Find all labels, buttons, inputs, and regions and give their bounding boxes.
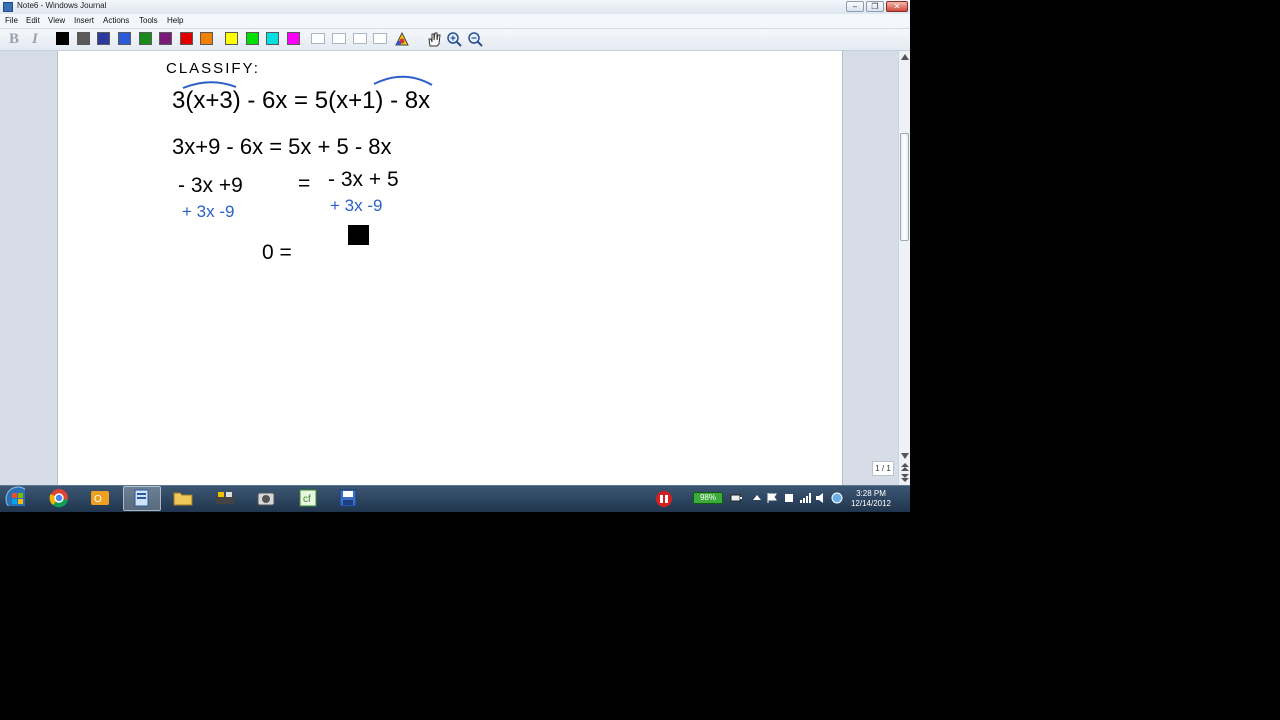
minimize-button[interactable]: –	[846, 1, 864, 12]
svg-text:O: O	[94, 494, 102, 505]
title-bar: Note6 - Windows Journal – ❐ ✕	[0, 0, 910, 15]
journal-window: Note6 - Windows Journal – ❐ ✕ File Edit …	[0, 0, 910, 512]
menu-file[interactable]: File	[5, 16, 18, 25]
save-disk-icon[interactable]	[338, 488, 358, 508]
power-plug-icon[interactable]	[729, 492, 749, 512]
highlighter-icon[interactable]	[393, 31, 411, 48]
note-page[interactable]: CLASSIFY: 3(x+3) - 6x = 5(x+1) - 8x 3x+9…	[57, 51, 843, 485]
scrollbar-thumb[interactable]	[900, 133, 909, 241]
menu-actions[interactable]: Actions	[103, 16, 129, 25]
pen-color-red[interactable]	[180, 32, 193, 45]
pen-color-black[interactable]	[56, 32, 69, 45]
eraser-cursor	[348, 225, 369, 245]
scroll-up-arrow-icon[interactable]	[901, 54, 909, 60]
ink-equation-line-3-right: - 3x + 5	[328, 168, 399, 191]
restore-button[interactable]: ❐	[866, 1, 884, 12]
clock-date: 12/14/2012	[850, 499, 892, 508]
vertical-scrollbar[interactable]	[898, 51, 910, 485]
highlighter-cyan[interactable]	[266, 32, 279, 45]
bold-icon[interactable]: B	[9, 31, 19, 48]
windows-journal-icon[interactable]	[132, 488, 152, 508]
menu-help[interactable]: Help	[167, 16, 183, 25]
scroll-down-arrow-icon[interactable]	[901, 453, 909, 459]
hand-pan-icon[interactable]	[426, 31, 442, 48]
pen-color-purple[interactable]	[159, 32, 172, 45]
menu-insert[interactable]: Insert	[74, 16, 94, 25]
pen-style-box-4[interactable]	[373, 33, 387, 44]
window-title: Note6 - Windows Journal	[17, 1, 107, 10]
pen-color-green[interactable]	[139, 32, 152, 45]
journal-app-icon	[3, 2, 13, 12]
menu-edit[interactable]: Edit	[26, 16, 40, 25]
snipping-tool-icon[interactable]	[214, 488, 234, 508]
start-orb-icon[interactable]	[5, 486, 25, 506]
taskbar-clock[interactable]: 3:28 PM 12/14/2012	[846, 489, 896, 509]
ink-classify: CLASSIFY:	[166, 60, 260, 77]
tray-app-icon[interactable]	[655, 490, 675, 510]
clock-time: 3:28 PM	[856, 489, 886, 498]
battery-indicator[interactable]: 98%	[693, 492, 723, 504]
ink-equation-line-3-left: - 3x +9	[178, 174, 243, 197]
ink-equation-line-3-equals: =	[298, 172, 310, 195]
italic-icon[interactable]: I	[32, 31, 38, 48]
pen-style-box-1[interactable]	[311, 33, 325, 44]
pen-color-orange[interactable]	[200, 32, 213, 45]
outlook-icon[interactable]: O	[90, 488, 110, 508]
highlighter-green[interactable]	[246, 32, 259, 45]
ink-canvas[interactable]: CLASSIFY: 3(x+3) - 6x = 5(x+1) - 8x 3x+9…	[58, 51, 842, 485]
close-button[interactable]: ✕	[886, 1, 908, 12]
pen-color-dark-blue[interactable]	[97, 32, 110, 45]
app-icon[interactable]: cf	[298, 488, 318, 508]
next-page-icon[interactable]	[901, 474, 909, 482]
pen-style-box-2[interactable]	[332, 33, 346, 44]
menu-view[interactable]: View	[48, 16, 65, 25]
pen-style-box-3[interactable]	[353, 33, 367, 44]
distribute-arc-2	[373, 75, 433, 86]
ink-equation-line-5: 0 =	[262, 241, 292, 264]
explorer-folder-icon[interactable]	[173, 488, 193, 508]
ink-equation-line-1: 3(x+3) - 6x = 5(x+1) - 8x	[172, 87, 430, 114]
menu-bar: File Edit View Insert Actions Tools Help	[0, 14, 910, 29]
highlighter-yellow[interactable]	[225, 32, 238, 45]
svg-text:cf: cf	[303, 494, 311, 505]
highlighter-magenta[interactable]	[287, 32, 300, 45]
menu-tools[interactable]: Tools	[139, 16, 158, 25]
ink-annotation-right: + 3x -9	[330, 196, 382, 215]
ink-annotation-left: + 3x -9	[182, 202, 234, 221]
chrome-icon[interactable]	[49, 488, 69, 508]
zoom-in-icon[interactable]	[446, 31, 462, 48]
page-counter: 1 / 1	[872, 461, 894, 476]
pen-color-blue[interactable]	[118, 32, 131, 45]
pen-color-gray[interactable]	[77, 32, 90, 45]
previous-page-icon[interactable]	[901, 463, 909, 471]
camera-icon[interactable]	[256, 488, 276, 508]
ink-equation-line-2: 3x+9 - 6x = 5x + 5 - 8x	[172, 134, 392, 159]
zoom-out-icon[interactable]	[467, 31, 483, 48]
